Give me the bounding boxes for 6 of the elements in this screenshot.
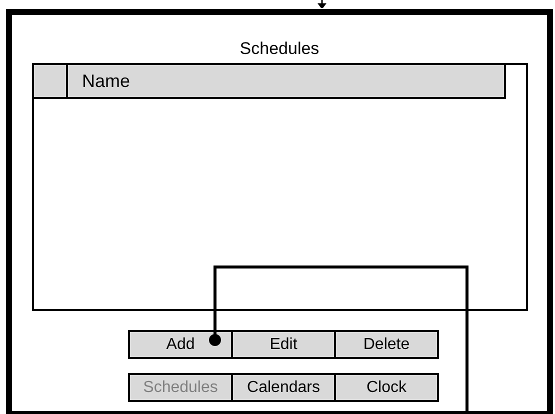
toolbar-button[interactable]: Delete	[334, 330, 439, 359]
window-title: Schedules	[240, 40, 320, 57]
tab[interactable]: Calendars	[231, 373, 336, 402]
tab[interactable]: Clock	[334, 373, 439, 402]
toolbar-button[interactable]: Add	[128, 330, 233, 359]
toolbar-button[interactable]: Edit	[231, 330, 336, 359]
